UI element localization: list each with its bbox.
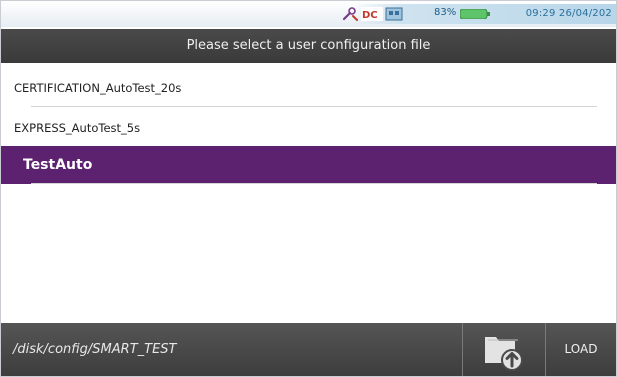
dc-power-icon: DC [361, 7, 383, 21]
battery-percentage: 83% [434, 7, 457, 18]
clock: 09:29 26/04/202 [525, 8, 612, 19]
tools-icon [342, 7, 358, 21]
dialog-title: Please select a user configuration file [1, 29, 616, 63]
folder-upload-icon [485, 337, 523, 371]
bottom-bar: /disk/config/SMART_TEST LOAD [1, 323, 616, 376]
battery-icon [460, 9, 490, 19]
folder-upload-button[interactable] [463, 323, 545, 376]
load-button[interactable]: LOAD [546, 323, 616, 376]
screen: DC 83% 09:29 26/04/202 Please select a u… [0, 0, 617, 377]
current-path: /disk/config/SMART_TEST [13, 342, 177, 357]
file-list: CERTIFICATION_AutoTest_20s EXPRESS_AutoT… [1, 65, 616, 323]
divider [31, 106, 597, 107]
network-icon [385, 7, 403, 21]
svg-text:DC: DC [362, 10, 378, 21]
status-bar: DC 83% 09:29 26/04/202 [1, 1, 616, 27]
list-item-selected[interactable]: TestAuto [1, 146, 616, 184]
list-item[interactable]: EXPRESS_AutoTest_5s [1, 113, 616, 147]
divider [31, 183, 597, 184]
